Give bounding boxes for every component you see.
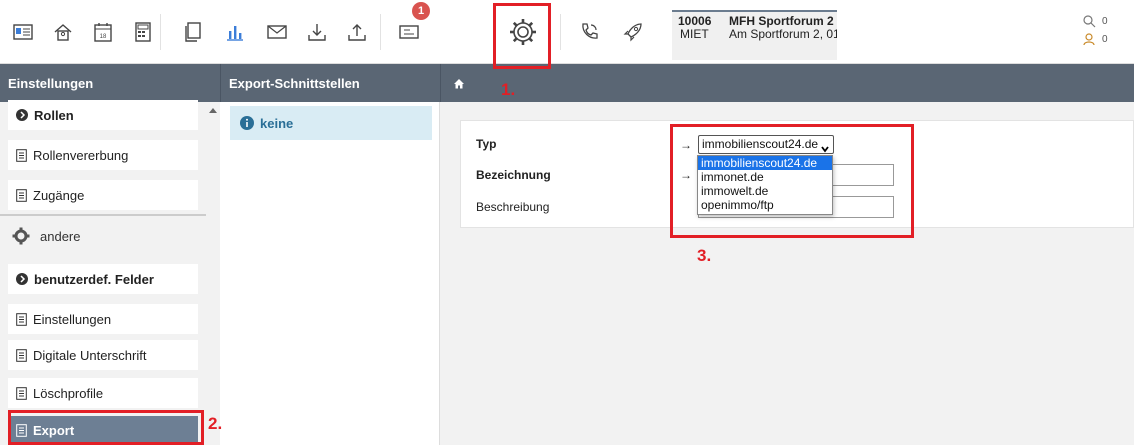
address-card-icon <box>13 24 33 40</box>
toolbar-divider <box>160 14 161 50</box>
user-search-icon <box>1082 14 1098 28</box>
phone-icon <box>579 22 599 42</box>
document-icon <box>16 188 27 202</box>
sidebar-item-rollen[interactable]: Rollen <box>8 100 198 130</box>
property-address: Am Sportforum 2, 010... <box>729 28 837 41</box>
sidebar-scrollbar[interactable] <box>206 102 220 445</box>
export-interfaces-list <box>220 102 440 445</box>
document-icon <box>16 148 27 162</box>
statistics-button[interactable] <box>212 4 258 60</box>
app-root: 18 1 10006 MIET MFH Sportforum 2 Am Spor… <box>0 0 1134 445</box>
annotation-step-2: 2. <box>208 414 223 433</box>
top-toolbar: 18 1 10006 MIET MFH Sportforum 2 Am Spor… <box>0 0 1134 64</box>
gear-icon <box>12 227 30 245</box>
annotation-step-1: 1. <box>501 80 516 99</box>
sidebar-item-zugaenge[interactable]: Zugänge <box>8 180 198 210</box>
tickets-button[interactable]: 1 <box>386 2 432 60</box>
property-info[interactable]: 10006 MIET MFH Sportforum 2 Am Sportforu… <box>672 10 837 60</box>
toolbar-divider <box>560 14 561 50</box>
svg-text:18: 18 <box>100 34 107 40</box>
rocket-icon <box>623 22 643 42</box>
calendar-icon: 18 <box>94 22 112 42</box>
list-item-label: keine <box>260 115 294 131</box>
chevron-circle-icon <box>16 273 28 285</box>
sidebar-item-label: Rollen <box>34 107 74 123</box>
highlight-box-export <box>8 410 204 445</box>
highlight-box-settings <box>493 3 551 69</box>
sidebar-item-label: benutzerdef. Felder <box>34 271 154 287</box>
middle-panel-header: Export-Schnittstellen <box>220 64 440 102</box>
document-icon <box>16 348 27 362</box>
phone-button[interactable] <box>566 4 612 60</box>
sidebar-section-label: andere <box>40 228 81 244</box>
sidebar-item-label: Löschprofile <box>33 385 104 401</box>
annotation-step-3: 3. <box>697 246 712 265</box>
left-panel-title: Einstellungen <box>8 75 94 91</box>
user-counter-2[interactable]: 0 <box>1082 32 1108 46</box>
document-icon <box>16 386 27 400</box>
sidebar-item-benutzerdef-felder[interactable]: benutzerdef. Felder <box>8 264 198 294</box>
upload-icon <box>347 22 367 42</box>
middle-panel-title: Export-Schnittstellen <box>229 75 360 91</box>
beschreibung-label: Beschreibung <box>476 200 550 214</box>
toolbar-divider <box>380 14 381 50</box>
sidebar-item-einstellungen[interactable]: Einstellungen <box>8 304 198 334</box>
left-panel-header: Einstellungen <box>0 64 220 102</box>
sidebar-item-label: Rollenvererbung <box>33 147 129 163</box>
counter-value: 0 <box>1102 15 1108 27</box>
scroll-up-arrow[interactable] <box>209 108 217 113</box>
list-item-keine[interactable]: keine <box>230 106 432 140</box>
sidebar-item-label: Zugänge <box>33 187 85 203</box>
sidebar-item-loeschprofile[interactable]: Löschprofile <box>8 378 198 408</box>
document-icon <box>184 22 202 42</box>
sidebar-item-rollenvererbung[interactable]: Rollenvererbung <box>8 140 198 170</box>
counter-value: 0 <box>1102 33 1108 45</box>
home-icon[interactable] <box>453 78 465 89</box>
mail-icon <box>267 24 287 40</box>
sidebar-item-digitale-unterschrift[interactable]: Digitale Unterschrift <box>8 340 198 370</box>
chevron-circle-icon <box>16 109 28 121</box>
upload-button[interactable] <box>334 4 380 60</box>
property-name: MFH Sportforum 2 <box>729 14 834 28</box>
user-badge-icon <box>1082 32 1098 46</box>
chart-icon <box>225 23 245 41</box>
ticket-icon <box>398 23 420 41</box>
rocket-button[interactable] <box>610 4 656 60</box>
download-icon <box>307 22 327 42</box>
home-icon <box>53 23 73 41</box>
highlight-box-typ <box>670 124 914 238</box>
user-counter-1[interactable]: 0 <box>1082 14 1108 28</box>
bezeichnung-label: Bezeichnung <box>476 168 551 182</box>
typ-label: Typ <box>476 137 497 151</box>
property-type: MIET <box>680 27 709 41</box>
sidebar-item-label: Digitale Unterschrift <box>33 347 147 363</box>
info-icon <box>240 116 254 130</box>
content-header <box>440 64 1134 102</box>
sidebar-section-andere[interactable]: andere <box>0 214 206 256</box>
calculator-icon <box>135 22 151 42</box>
sidebar-item-label: Einstellungen <box>33 311 112 327</box>
document-icon <box>16 312 27 326</box>
documents-button[interactable] <box>170 4 216 60</box>
notification-badge: 1 <box>412 2 430 20</box>
